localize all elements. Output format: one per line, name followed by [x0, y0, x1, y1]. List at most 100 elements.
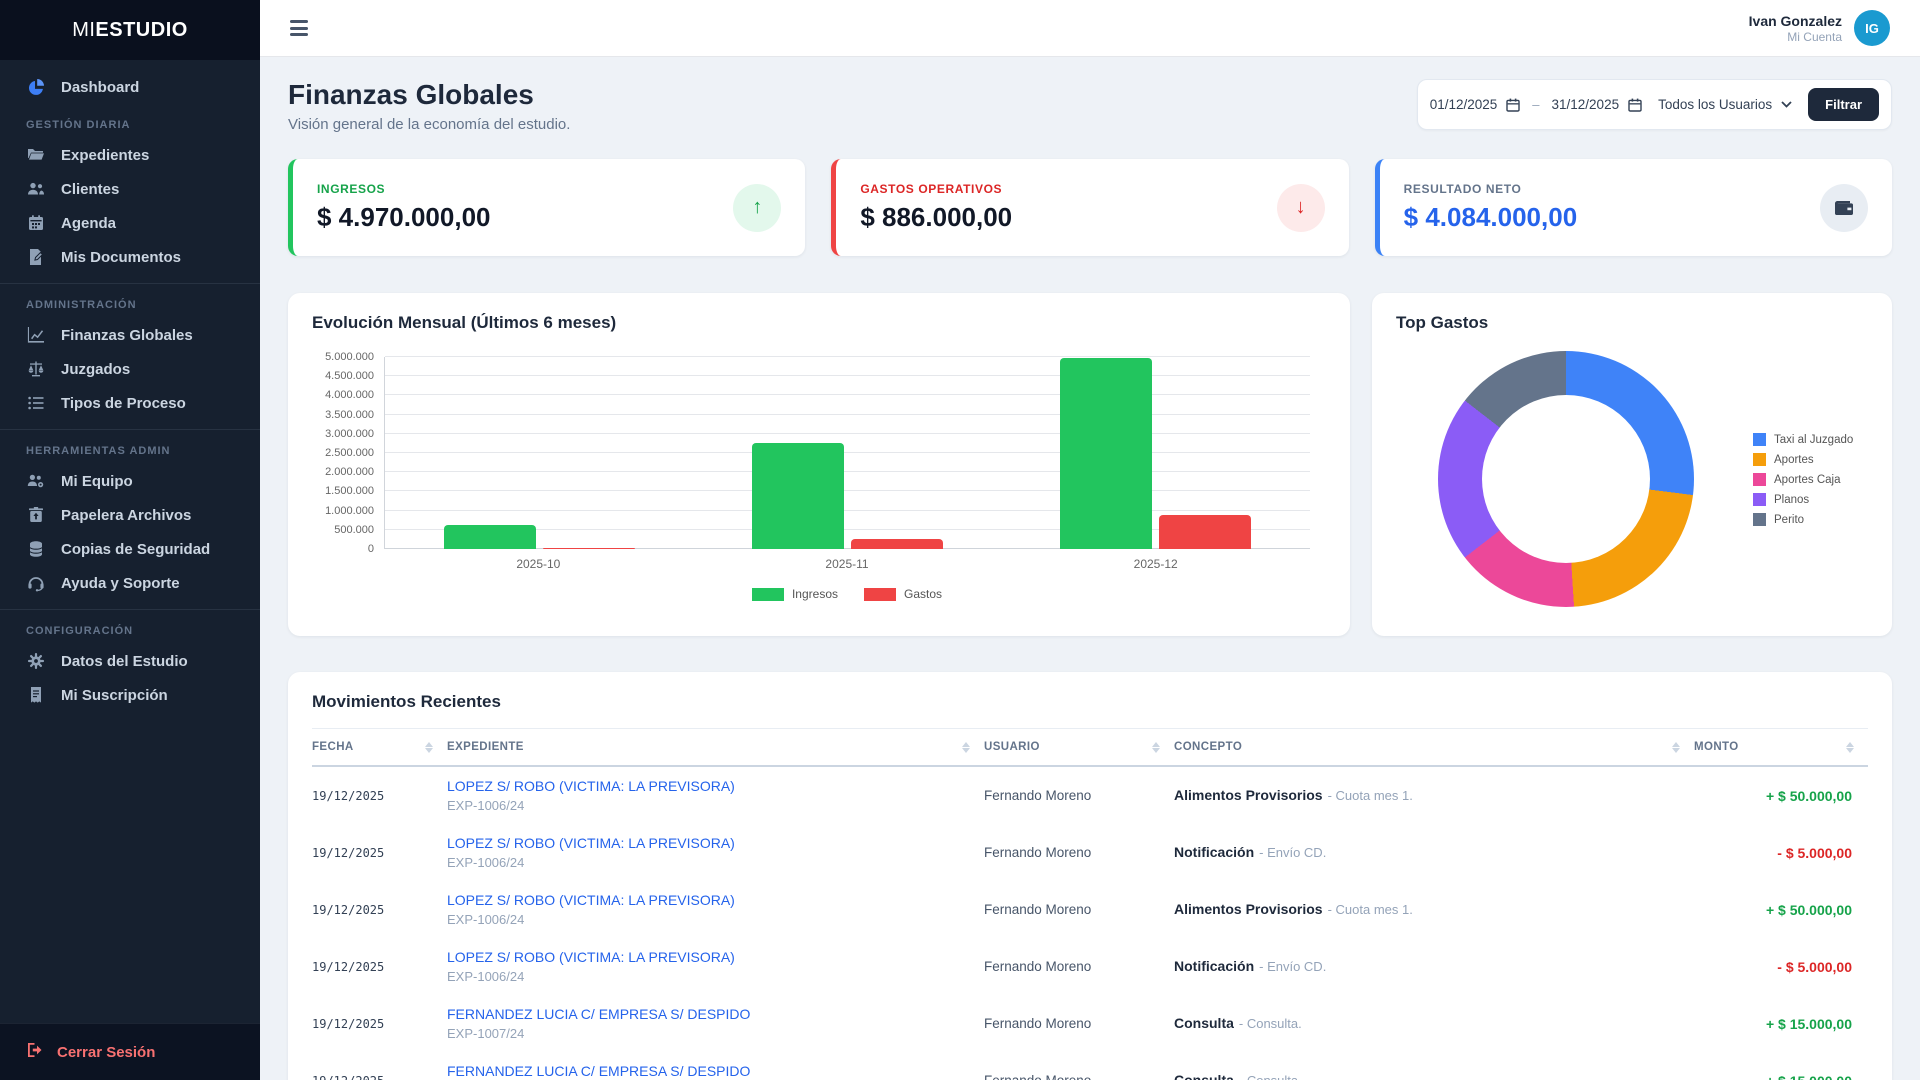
donut-legend-item: Taxi al Juzgado — [1753, 433, 1853, 446]
date-to-input[interactable]: 31/12/2025 — [1552, 97, 1643, 112]
sidebar-item-expedientes[interactable]: Expedientes — [0, 138, 260, 172]
column-header-expediente[interactable]: EXPEDIENTE — [447, 741, 984, 753]
x-tick-label: 2025-10 — [384, 557, 693, 571]
column-header-usuario[interactable]: USUARIO — [984, 741, 1174, 753]
sidebar-item-papelera-archivos[interactable]: Papelera Archivos — [0, 498, 260, 532]
cell-monto: - $ 5.000,00 — [1694, 845, 1868, 861]
column-header-concepto[interactable]: CONCEPTO — [1174, 741, 1694, 753]
user-filter-select[interactable]: Todos los Usuarios — [1654, 97, 1796, 112]
sidebar-item-agenda[interactable]: Agenda — [0, 206, 260, 240]
donut-chart — [1438, 351, 1694, 607]
user-menu[interactable]: Ivan Gonzalez Mi Cuenta IG — [1749, 10, 1890, 46]
sidebar-item-copias-seguridad[interactable]: Copias de Seguridad — [0, 532, 260, 566]
cell-concepto: Consulta- Consulta. — [1174, 1072, 1694, 1080]
page-title: Finanzas Globales — [288, 79, 570, 111]
menu-toggle-button[interactable] — [290, 20, 308, 36]
expediente-code: EXP-1006/24 — [447, 969, 984, 984]
user-role: Mi Cuenta — [1749, 30, 1842, 44]
cell-usuario: Fernando Moreno — [984, 845, 1174, 860]
date-from-input[interactable]: 01/12/2025 — [1430, 97, 1521, 112]
list-icon — [26, 394, 46, 412]
table-row: 19/12/2025 LOPEZ S/ ROBO (VICTIMA: LA PR… — [312, 938, 1868, 995]
kpi-card-gastos: GASTOS OPERATIVOS $ 886.000,00 ↓ — [831, 159, 1348, 256]
avatar[interactable]: IG — [1854, 10, 1890, 46]
sidebar-item-dashboard[interactable]: Dashboard — [0, 70, 260, 104]
sidebar-item-finanzas-globales[interactable]: Finanzas Globales — [0, 318, 260, 352]
sidebar-item-clientes[interactable]: Clientes — [0, 172, 260, 206]
users-gear-icon — [26, 472, 46, 490]
bar-groups — [385, 357, 1310, 549]
bar-ingresos-2025-12 — [1060, 358, 1152, 549]
app-root: MIESTUDIO Dashboard GESTIÓN DIARIA Exped… — [0, 0, 1920, 1080]
expediente-link[interactable]: LOPEZ S/ ROBO (VICTIMA: LA PREVISORA) — [447, 949, 984, 965]
donut-legend-item: Aportes — [1753, 453, 1853, 466]
legend-swatch — [1753, 493, 1766, 506]
sidebar-section-administracion: ADMINISTRACIÓN — [0, 283, 260, 318]
bar-chart-legend: IngresosGastos — [368, 587, 1326, 601]
chevron-down-icon — [1781, 101, 1792, 108]
charts-row: Evolución Mensual (Últimos 6 meses) 0 500… — [288, 293, 1892, 636]
sidebar-item-datos-estudio[interactable]: Datos del Estudio — [0, 644, 260, 678]
expediente-link[interactable]: LOPEZ S/ ROBO (VICTIMA: LA PREVISORA) — [447, 892, 984, 908]
sidebar-item-mis-documentos[interactable]: Mis Documentos — [0, 240, 260, 274]
filter-button[interactable]: Filtrar — [1808, 88, 1879, 121]
y-tick-label: 500.000 — [334, 524, 374, 536]
table-row: 19/12/2025 FERNANDEZ LUCIA C/ EMPRESA S/… — [312, 1052, 1868, 1080]
y-tick-label: 0 — [368, 543, 374, 555]
logout-icon — [26, 1041, 44, 1063]
movements-panel: Movimientos Recientes FECHA EXPEDIENTE U… — [288, 672, 1892, 1080]
bar-gastos-2025-11 — [851, 539, 943, 549]
expediente-link[interactable]: LOPEZ S/ ROBO (VICTIMA: LA PREVISORA) — [447, 835, 984, 851]
sidebar-item-tipos-de-proceso[interactable]: Tipos de Proceso — [0, 386, 260, 420]
legend-item-ingresos: Ingresos — [752, 587, 838, 601]
users-icon — [26, 180, 46, 198]
scales-icon — [26, 360, 46, 378]
kpi-value: $ 886.000,00 — [860, 202, 1012, 233]
logo-prefix: MI — [72, 19, 95, 42]
sidebar-section-gestion: GESTIÓN DIARIA — [0, 104, 260, 138]
column-header-fecha[interactable]: FECHA — [312, 741, 447, 753]
sidebar-item-label: Finanzas Globales — [61, 327, 193, 344]
table-row: 19/12/2025 LOPEZ S/ ROBO (VICTIMA: LA PR… — [312, 824, 1868, 881]
y-tick-label: 2.000.000 — [325, 466, 374, 478]
sidebar-section-herramientas: HERRAMIENTAS ADMIN — [0, 429, 260, 464]
user-name: Ivan Gonzalez — [1749, 13, 1842, 29]
donut-legend-item: Planos — [1753, 493, 1853, 506]
filter-bar: 01/12/2025 – 31/12/2025 Todos los Usuari… — [1417, 79, 1892, 130]
logout-button[interactable]: Cerrar Sesión — [0, 1023, 260, 1080]
kpi-cards: INGRESOS $ 4.970.000,00 ↑ GASTOS OPERATI… — [288, 159, 1892, 256]
y-tick-label: 3.000.000 — [325, 428, 374, 440]
file-pen-icon — [26, 248, 46, 266]
expediente-link[interactable]: LOPEZ S/ ROBO (VICTIMA: LA PREVISORA) — [447, 778, 984, 794]
sidebar-item-label: Juzgados — [61, 361, 130, 378]
arrow-up-icon: ↑ — [733, 184, 781, 232]
legend-swatch — [864, 588, 896, 601]
expediente-link[interactable]: FERNANDEZ LUCIA C/ EMPRESA S/ DESPIDO — [447, 1006, 984, 1022]
sidebar-item-ayuda-soporte[interactable]: Ayuda y Soporte — [0, 566, 260, 600]
sidebar-item-label: Datos del Estudio — [61, 653, 188, 670]
user-text: Ivan Gonzalez Mi Cuenta — [1749, 13, 1842, 44]
x-tick-label: 2025-12 — [1001, 557, 1310, 571]
sidebar-item-label: Clientes — [61, 181, 119, 198]
bar-group-2025-12 — [1002, 357, 1310, 549]
y-tick-label: 4.000.000 — [325, 389, 374, 401]
sidebar-item-label: Ayuda y Soporte — [61, 575, 180, 592]
sidebar-item-label: Tipos de Proceso — [61, 395, 186, 412]
arrow-down-icon: ↓ — [1277, 184, 1325, 232]
cell-fecha: 19/12/2025 — [312, 960, 447, 974]
page-head: Finanzas Globales Visión general de la e… — [288, 79, 1892, 133]
kpi-card-resultado: RESULTADO NETO $ 4.084.000,00 — [1375, 159, 1892, 256]
column-header-monto[interactable]: MONTO — [1694, 741, 1868, 753]
expediente-code: EXP-1007/24 — [447, 1026, 984, 1041]
sidebar-item-mi-equipo[interactable]: Mi Equipo — [0, 464, 260, 498]
cell-fecha: 19/12/2025 — [312, 846, 447, 860]
sidebar-item-juzgados[interactable]: Juzgados — [0, 352, 260, 386]
y-tick-label: 2.500.000 — [325, 447, 374, 459]
bar-chart-x-labels: 2025-102025-112025-12 — [384, 557, 1310, 571]
sidebar-item-mi-suscripcion[interactable]: Mi Suscripción — [0, 678, 260, 712]
bar-chart-title: Evolución Mensual (Últimos 6 meses) — [312, 313, 1326, 333]
y-tick-label: 3.500.000 — [325, 409, 374, 421]
expediente-link[interactable]: FERNANDEZ LUCIA C/ EMPRESA S/ DESPIDO — [447, 1063, 984, 1079]
headset-icon — [26, 574, 46, 592]
donut-chart-legend: Taxi al JuzgadoAportesAportes CajaPlanos… — [1753, 433, 1853, 526]
